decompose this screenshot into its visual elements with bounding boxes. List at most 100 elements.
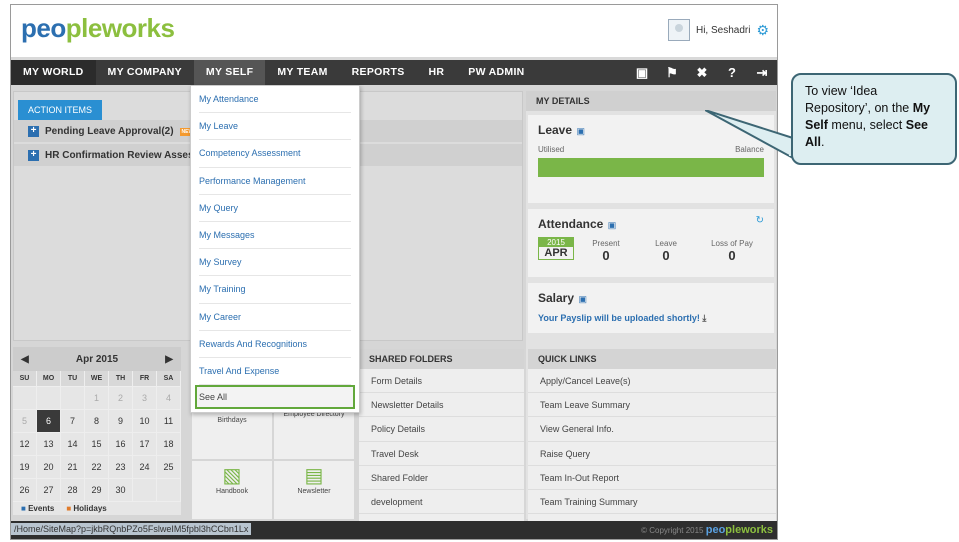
calendar-day[interactable]: 14 <box>61 433 85 456</box>
calendar-day[interactable]: 2 <box>109 387 133 410</box>
weekday-label: WE <box>85 371 109 387</box>
nav-pw-admin[interactable]: PW ADMIN <box>456 60 536 85</box>
calendar-day[interactable]: 25 <box>157 456 181 479</box>
quick-link[interactable]: Team In-Out Report <box>528 466 776 490</box>
calendar-day[interactable]: 6 <box>37 410 61 433</box>
calendar-day <box>157 479 181 502</box>
gear-icon[interactable]: ⚙ <box>756 22 769 39</box>
calendar-day[interactable]: 19 <box>13 456 37 479</box>
tab-action-items[interactable]: ACTION ITEMS <box>18 100 103 120</box>
calendar-day[interactable]: 22 <box>85 456 109 479</box>
user-greeting: Hi, Seshadri <box>695 24 751 36</box>
logout-icon[interactable]: ⇥ <box>747 60 777 85</box>
quick-link[interactable]: Team Training Summary <box>528 490 776 515</box>
weekday-label: SU <box>13 371 37 387</box>
nav-my-self[interactable]: MY SELF <box>193 60 266 85</box>
tools-icon[interactable]: ✖ <box>687 60 717 85</box>
date-badge: 2015 APR <box>538 237 574 260</box>
menu-item-rewards-and-recognitions[interactable]: Rewards And Recognitions <box>199 331 351 358</box>
calendar-day[interactable]: 18 <box>157 433 181 456</box>
folder-link[interactable]: Newsletter Details <box>359 393 524 418</box>
shared-folders-panel: SHARED FOLDERS Form Details Newsletter De… <box>359 349 524 525</box>
newsletter-icon: ▤ <box>304 465 324 487</box>
payslip-note[interactable]: Your Payslip will be uploaded shortly! ⤓ <box>528 313 774 324</box>
folder-link[interactable]: Shared Folder <box>359 466 524 490</box>
calendar-day[interactable]: 12 <box>13 433 37 456</box>
calendar-day[interactable]: 24 <box>133 456 157 479</box>
quick-link[interactable]: View General Info. <box>528 417 776 442</box>
menu-item-my-attendance[interactable]: My Attendance <box>199 86 351 114</box>
calendar-day[interactable]: 15 <box>85 433 109 456</box>
folder-link[interactable]: development <box>359 490 524 515</box>
flag-icon[interactable]: ⚑ <box>657 60 687 85</box>
weekday-label: MO <box>37 371 61 387</box>
calendar-day[interactable]: 16 <box>109 433 133 456</box>
salary-card: Salary ▣ Your Payslip will be uploaded s… <box>528 283 774 333</box>
calendar-day[interactable]: 4 <box>157 387 181 410</box>
calendar-day[interactable]: 3 <box>133 387 157 410</box>
quick-link[interactable]: Apply/Cancel Leave(s) <box>528 369 776 394</box>
calendar-day[interactable]: 29 <box>85 479 109 502</box>
book-icon[interactable]: ▣ <box>627 60 657 85</box>
expand-icon[interactable]: + <box>28 150 39 161</box>
menu-item-my-messages[interactable]: My Messages <box>199 222 351 250</box>
calendar-day[interactable]: 23 <box>109 456 133 479</box>
tile-newsletter[interactable]: ▤ Newsletter <box>274 461 354 519</box>
avatar[interactable] <box>667 19 690 41</box>
calendar-day[interactable]: 28 <box>61 479 85 502</box>
calendar-day[interactable]: 20 <box>37 456 61 479</box>
folder-link[interactable]: Policy Details <box>359 417 524 442</box>
calendar-day[interactable]: 27 <box>37 479 61 502</box>
nav-my-team[interactable]: MY TEAM <box>265 60 339 85</box>
info-icon[interactable]: ▣ <box>576 126 585 136</box>
menu-item-my-survey[interactable]: My Survey <box>199 249 351 277</box>
help-icon[interactable]: ? <box>717 60 747 85</box>
prev-month-icon[interactable]: ◀ <box>21 354 29 365</box>
quick-link[interactable]: Team Leave Summary <box>528 393 776 418</box>
menu-item-my-career[interactable]: My Career <box>199 304 351 331</box>
refresh-icon[interactable]: ↻ <box>756 215 764 226</box>
info-icon[interactable]: ▣ <box>608 220 617 230</box>
info-icon[interactable]: ▣ <box>578 294 587 304</box>
calendar-day[interactable]: 1 <box>85 387 109 410</box>
nav-hr[interactable]: HR <box>417 60 457 85</box>
calendar-day[interactable]: 10 <box>133 410 157 433</box>
calendar-day[interactable]: 8 <box>85 410 109 433</box>
calendar-day[interactable]: 26 <box>13 479 37 502</box>
expand-icon[interactable]: + <box>28 126 39 137</box>
nav-icons: ▣ ⚑ ✖ ? ⇥ <box>627 60 777 85</box>
calendar-grid: SU MO TU WE TH FR SA 1 2 3 4 5 6 7 8 9 10 11 12 13 14 15 16 17 1… <box>13 371 181 502</box>
calendar-day[interactable]: 7 <box>61 410 85 433</box>
calendar-day[interactable]: 5 <box>13 410 37 433</box>
menu-item-competency-assessment[interactable]: Competency Assessment <box>199 140 351 168</box>
quick-links-title: QUICK LINKS <box>528 349 776 369</box>
menu-item-my-training[interactable]: My Training <box>199 276 351 304</box>
calendar-day[interactable]: 9 <box>109 410 133 433</box>
calendar-day[interactable]: 30 <box>109 479 133 502</box>
menu-item-performance-management[interactable]: Performance Management <box>199 168 351 195</box>
menu-item-see-all[interactable]: See All <box>195 385 355 410</box>
quick-links-panel: QUICK LINKS Apply/Cancel Leave(s) Team Le… <box>528 349 776 525</box>
menu-item-travel-and-expense[interactable]: Travel And Expense <box>199 358 351 386</box>
folder-link[interactable]: Form Details <box>359 369 524 394</box>
tile-handbook[interactable]: ▧ Handbook <box>192 461 272 519</box>
nav-my-company[interactable]: MY COMPANY <box>96 60 194 85</box>
calendar-day[interactable]: 21 <box>61 456 85 479</box>
quick-link[interactable]: Raise Query <box>528 442 776 466</box>
leave-title: Leave <box>538 123 573 137</box>
next-month-icon[interactable]: ▶ <box>165 354 173 365</box>
app-logo[interactable]: peopleworks <box>21 13 175 44</box>
folder-link[interactable]: Travel Desk <box>359 442 524 466</box>
menu-item-my-query[interactable]: My Query <box>199 195 351 222</box>
nav-my-world[interactable]: MY WORLD <box>11 60 96 85</box>
download-icon: ⤓ <box>702 313 707 323</box>
calendar-day[interactable]: 13 <box>37 433 61 456</box>
nav-reports[interactable]: REPORTS <box>340 60 417 85</box>
menu-item-my-leave[interactable]: My Leave <box>199 113 351 141</box>
calendar-day[interactable]: 11 <box>157 410 181 433</box>
list-item[interactable]: + HR Confirmation Review Assessm <box>28 150 208 161</box>
calendar-day[interactable]: 17 <box>133 433 157 456</box>
book-icon: ▧ <box>222 465 242 487</box>
list-item[interactable]: + Pending Leave Approval(2) NEW <box>28 126 196 137</box>
footer: /Home/SiteMap?p=jkbRQnbPZo5FslweIM5fpbl3… <box>11 521 777 539</box>
